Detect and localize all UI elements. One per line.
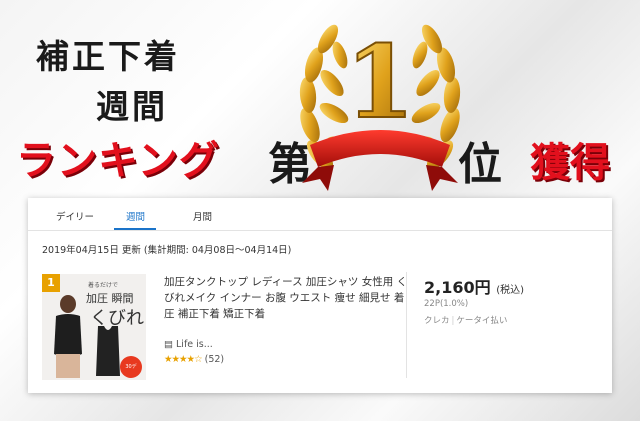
- seller-name: Life is...: [176, 339, 213, 350]
- hero-title-line2: 週間: [96, 87, 168, 126]
- update-info: 2019年04月15日 更新 (集計期間: 04月08日〜04月14日): [42, 245, 292, 256]
- ranking-tabs: デイリー 週間 月間: [28, 198, 612, 231]
- store-icon: ▤: [164, 339, 173, 350]
- hero-kakutoku: 獲得: [530, 140, 610, 186]
- thumb-badge: 30デ: [120, 356, 142, 378]
- star-rating-icon: ★★★★☆: [164, 354, 203, 365]
- ribbon: [310, 130, 450, 167]
- rank-number: 1: [345, 23, 415, 141]
- thumb-caption: 着るだけで: [88, 282, 119, 289]
- price-note: (税込): [496, 285, 525, 296]
- active-tab-indicator: [114, 228, 156, 230]
- review-count: (52): [204, 354, 225, 365]
- tab-weekly[interactable]: 週間: [126, 209, 145, 223]
- points: 22P(1.0%): [424, 299, 469, 309]
- payment-card: クレカ: [424, 316, 450, 326]
- hero-title-ranking: ランキング: [16, 138, 220, 184]
- payment-methods: クレカ | ケータイ払い: [424, 316, 508, 326]
- ranking-card: デイリー 週間 月間 2019年04月15日 更新 (集計期間: 04月08日〜…: [28, 198, 612, 393]
- price: 2,160円 (税込): [424, 274, 524, 298]
- payment-mobile: ケータイ払い: [456, 316, 508, 326]
- thumb-caption-3: くびれ: [90, 308, 144, 329]
- model-figure-icon: [54, 295, 82, 378]
- rank-badge: 1: [42, 274, 60, 292]
- rating[interactable]: ★★★★☆ (52): [164, 354, 224, 365]
- product-title[interactable]: 加圧タンクトップ レディース 加圧シャツ 女性用 くびれメイク インナー お腹 …: [164, 274, 408, 322]
- product-image[interactable]: 1 着るだけで 加圧 瞬間 くびれ 30デ: [42, 274, 146, 380]
- laurel-rank-emblem: 1: [299, 22, 461, 191]
- tab-monthly[interactable]: 月間: [193, 209, 212, 223]
- price-value: 2,160円: [424, 278, 491, 297]
- tab-daily[interactable]: デイリー: [56, 209, 94, 223]
- hero-title-line1: 補正下着: [36, 37, 180, 76]
- divider: [406, 272, 407, 378]
- seller[interactable]: ▤ Life is...: [164, 339, 213, 350]
